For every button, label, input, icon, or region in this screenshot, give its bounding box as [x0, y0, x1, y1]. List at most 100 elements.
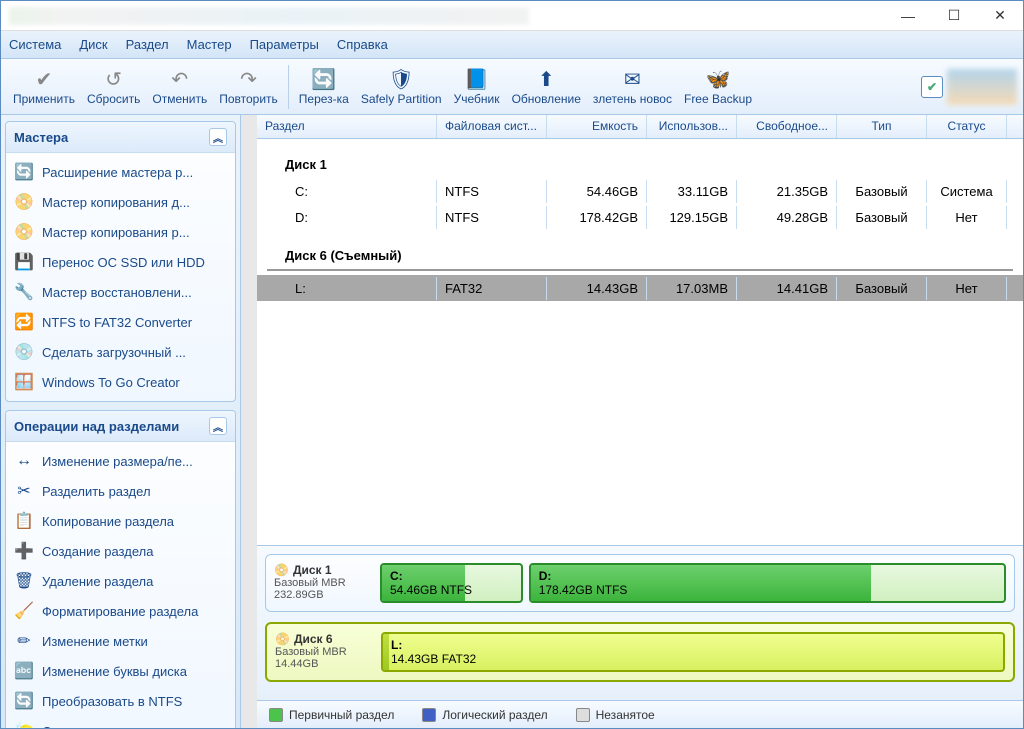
legend-swatch — [269, 708, 283, 722]
side-item[interactable]: 🔧Мастер восстановлени... — [8, 277, 233, 307]
обновление-icon: ⬆ — [534, 68, 558, 92]
отменить-icon: ↶ — [168, 68, 192, 92]
tool-перез-ка[interactable]: 🔄Перез-ка — [293, 61, 355, 113]
col-header[interactable]: Использов... — [647, 115, 737, 138]
side-icon: ↔ — [14, 451, 34, 471]
partition-row[interactable]: D:NTFS178.42GB129.15GB49.28GBБазовыйНет — [257, 204, 1023, 230]
side-item[interactable]: ↔Изменение размера/пе... — [8, 446, 233, 476]
col-header[interactable]: Свободное... — [737, 115, 837, 138]
side-item[interactable]: ✂Разделить раздел — [8, 476, 233, 506]
menu-справка[interactable]: Справка — [337, 37, 388, 52]
tool-сбросить[interactable]: ↺Сбросить — [81, 61, 146, 113]
menubar: Система Диск Раздел Мастер Параметры Справка — [1, 31, 1023, 59]
disk-block[interactable]: 📀 Диск 1Базовый MBR232.89GBC:54.46GB NTF… — [265, 554, 1015, 612]
перез-ка-icon: 🔄 — [312, 68, 336, 92]
sidebar-scroll[interactable] — [241, 115, 257, 728]
free backup-icon: 🦋 — [706, 68, 730, 92]
partition-box[interactable]: C:54.46GB NTFS — [380, 563, 523, 603]
side-item[interactable]: 🗑Удаление раздела — [8, 566, 233, 596]
safely partition-icon: 🛡 — [389, 68, 413, 92]
повторить-icon: ↷ — [236, 68, 260, 92]
col-header[interactable]: Раздел — [257, 115, 437, 138]
wizards-title: Мастера — [14, 130, 68, 145]
side-icon: ✂ — [14, 481, 34, 501]
grid-header: РазделФайловая сист...ЕмкостьИспользов..… — [257, 115, 1023, 139]
col-header[interactable]: Емкость — [547, 115, 647, 138]
tool-обновление[interactable]: ⬆Обновление — [506, 61, 587, 113]
maximize-button[interactable]: ☐ — [931, 1, 977, 31]
check-badge[interactable]: ✔ — [921, 76, 943, 98]
side-icon: 🔄 — [14, 691, 34, 711]
menu-диск[interactable]: Диск — [79, 37, 107, 52]
partition-box[interactable]: L:14.43GB FAT32 — [381, 632, 1005, 672]
collapse-ops[interactable]: ︽ — [209, 417, 227, 435]
side-icon: 🔄 — [14, 162, 34, 182]
side-icon: 💾 — [14, 252, 34, 272]
titlebar: ― ☐ ✕ — [1, 1, 1023, 31]
grid-body[interactable]: Диск 1C:NTFS54.46GB33.11GB21.35GBБазовый… — [257, 139, 1023, 545]
disk-block[interactable]: 📀 Диск 6Базовый MBR14.44GBL:14.43GB FAT3… — [265, 622, 1015, 682]
window-controls: ― ☐ ✕ — [885, 1, 1023, 31]
menu-мастер[interactable]: Мастер — [187, 37, 232, 52]
disk-map: 📀 Диск 1Базовый MBR232.89GBC:54.46GB NTF… — [257, 545, 1023, 700]
сбросить-icon: ↺ — [102, 68, 126, 92]
side-item[interactable]: 📀Мастер копирования д... — [8, 187, 233, 217]
legend-item: Первичный раздел — [269, 708, 394, 722]
disk-label[interactable]: Диск 1 — [257, 139, 1023, 178]
side-item[interactable]: 💾Перенос ОС SSD или HDD — [8, 247, 233, 277]
злетень новос-icon: ✉ — [620, 68, 644, 92]
side-item[interactable]: 🔤Изменение буквы диска — [8, 656, 233, 686]
side-item[interactable]: 🔄Преобразовать в NTFS — [8, 686, 233, 716]
tool-отменить[interactable]: ↶Отменить — [146, 61, 213, 113]
side-icon: 📋 — [14, 511, 34, 531]
tool-free-backup[interactable]: 🦋Free Backup — [678, 61, 758, 113]
partition-row[interactable]: L:FAT3214.43GB17.03MB14.41GBБазовыйНет — [257, 275, 1023, 301]
side-icon: 📀 — [14, 222, 34, 242]
legend-swatch — [422, 708, 436, 722]
tool-злетень-новос[interactable]: ✉злетень новос — [587, 61, 678, 113]
tool-safely-partition[interactable]: 🛡Safely Partition — [355, 61, 448, 113]
legend-item: Логический раздел — [422, 708, 547, 722]
side-item[interactable]: 💿Сделать загрузочный ... — [8, 337, 233, 367]
side-item[interactable]: 🧹Форматирование раздела — [8, 596, 233, 626]
side-item[interactable]: ✏Изменение метки — [8, 626, 233, 656]
side-item[interactable]: ➕Создание раздела — [8, 536, 233, 566]
side-icon: 🔧 — [14, 282, 34, 302]
учебник-icon: 📘 — [465, 68, 489, 92]
tool-применить[interactable]: ✔Применить — [7, 61, 81, 113]
toolbar: ✔Применить↺Сбросить↶Отменить↷Повторить 🔄… — [1, 59, 1023, 115]
ops-panel: Операции над разделами ︽ ↔Изменение разм… — [5, 410, 236, 728]
legend-swatch — [576, 708, 590, 722]
partition-row[interactable]: C:NTFS54.46GB33.11GB21.35GBБазовыйСистем… — [257, 178, 1023, 204]
main-panel: РазделФайловая сист...ЕмкостьИспользов..… — [257, 115, 1023, 728]
close-button[interactable]: ✕ — [977, 1, 1023, 31]
side-item[interactable]: 🔄Расширение мастера р... — [8, 157, 233, 187]
wizards-panel: Мастера ︽ 🔄Расширение мастера р...📀Масте… — [5, 121, 236, 402]
menu-система[interactable]: Система — [9, 37, 61, 52]
side-item[interactable]: 📋Копирование раздела — [8, 506, 233, 536]
side-item[interactable]: 🪟Windows To Go Creator — [8, 367, 233, 397]
menu-раздел[interactable]: Раздел — [126, 37, 169, 52]
col-header[interactable]: Тип — [837, 115, 927, 138]
side-item[interactable]: 🧽Стирание раздела — [8, 716, 233, 728]
применить-icon: ✔ — [32, 68, 56, 92]
side-icon: 🧽 — [14, 721, 34, 728]
minimize-button[interactable]: ― — [885, 1, 931, 31]
menu-параметры[interactable]: Параметры — [250, 37, 319, 52]
side-icon: 🗑 — [14, 571, 34, 591]
ops-title: Операции над разделами — [14, 419, 179, 434]
disk-label[interactable]: Диск 6 (Съемный) — [267, 230, 1013, 271]
side-item[interactable]: 📀Мастер копирования р... — [8, 217, 233, 247]
legend-item: Незанятое — [576, 708, 655, 722]
tool-повторить[interactable]: ↷Повторить — [213, 61, 284, 113]
partition-box[interactable]: D:178.42GB NTFS — [529, 563, 1006, 603]
col-header[interactable]: Файловая сист... — [437, 115, 547, 138]
toolbar-blur — [947, 69, 1017, 105]
col-header[interactable]: Статус — [927, 115, 1007, 138]
side-item[interactable]: 🔁NTFS to FAT32 Converter — [8, 307, 233, 337]
title-blur — [9, 7, 529, 25]
collapse-wizards[interactable]: ︽ — [209, 128, 227, 146]
disk-icon: 📀 — [274, 563, 289, 577]
side-icon: 🔤 — [14, 661, 34, 681]
tool-учебник[interactable]: 📘Учебник — [448, 61, 506, 113]
